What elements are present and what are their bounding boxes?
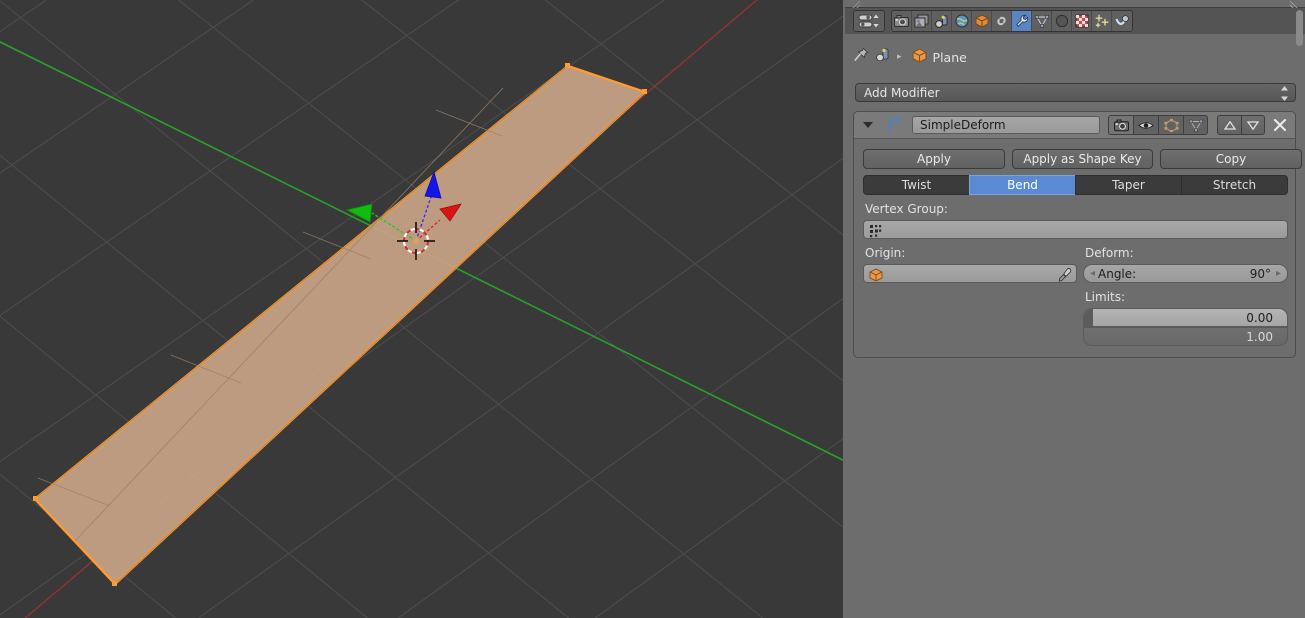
tab-world[interactable] [952,11,972,31]
tab-particles[interactable] [1092,11,1112,31]
modifier-visibility-toggles [1108,115,1208,135]
modifier-name-field[interactable]: SimpleDeform [912,116,1100,134]
add-modifier-label: Add Modifier [864,85,940,100]
angle-decrement-arrow[interactable]: ◂ [1090,269,1095,279]
viewport-visibility-toggle[interactable] [1133,115,1158,135]
object-data-icon[interactable] [875,47,891,67]
vertex-group-icon [869,223,883,242]
blender-window: ▸ Plane Add Modifier SimpleDeform Apply … [0,0,1305,618]
angle-increment-arrow[interactable]: ▸ [1276,269,1281,279]
3d-viewport[interactable] [0,0,843,618]
edit-mode-toggle[interactable] [1158,115,1183,135]
mode-stretch-label: Stretch [1212,178,1257,192]
vertex-group-field[interactable] [863,220,1288,239]
apply-button-label: Apply [917,152,951,166]
mode-twist-label: Twist [901,178,932,192]
mode-bend-label: Bend [1007,178,1038,192]
tab-object-data[interactable] [1032,11,1052,31]
apply-button[interactable]: Apply [863,149,1005,169]
eyedropper-icon[interactable] [1058,267,1072,286]
tab-modifiers[interactable] [1012,11,1032,31]
mode-bend[interactable]: Bend [969,175,1075,195]
cage-toggle[interactable] [1183,115,1208,135]
tab-material[interactable] [1052,11,1072,31]
apply-as-shape-key-button-label: Apply as Shape Key [1023,152,1142,166]
pin-icon[interactable] [853,47,869,67]
apply-as-shape-key-button[interactable]: Apply as Shape Key [1012,149,1153,169]
modifier-panel: SimpleDeform Apply Apply as Shape Key Co… [853,111,1302,358]
properties-tab-bar[interactable] [891,10,1133,32]
tab-scene[interactable] [932,11,952,31]
deform-label: Deform: [1085,246,1134,260]
limits-lower-fill [1084,309,1093,326]
modifier-reorder-buttons [1217,115,1265,135]
sliders-icon[interactable] [854,11,884,31]
tab-render-layers[interactable] [912,11,932,31]
origin-label: Origin: [865,246,906,260]
up-down-arrows-icon [1280,86,1289,105]
mode-twist[interactable]: Twist [863,175,969,195]
angle-field[interactable]: ◂ Angle: 90° ▸ [1083,264,1288,283]
editor-type-selector[interactable] [853,10,885,32]
mode-taper-label: Taper [1112,178,1145,192]
arrow-up-icon[interactable] [1217,115,1241,135]
origin-field[interactable] [863,264,1077,283]
modifier-panel-header[interactable]: SimpleDeform [854,112,1295,139]
tab-render[interactable] [892,11,912,31]
modifier-action-buttons: Apply Apply as Shape Key Copy [863,149,1302,169]
angle-value: 90° [1249,266,1271,281]
breadcrumb-object-name: Plane [932,49,967,65]
tab-texture[interactable] [1072,11,1092,31]
close-x-icon[interactable] [1272,117,1288,137]
limits-upper-value: 1.00 [1246,329,1273,344]
tab-object[interactable] [972,11,992,31]
angle-label: Angle: [1098,266,1137,281]
render-visibility-toggle[interactable] [1108,115,1133,135]
breadcrumb-separator: ▸ [897,51,902,62]
arrow-down-icon[interactable] [1241,115,1265,135]
tab-physics[interactable] [1112,11,1132,31]
vertex-group-label: Vertex Group: [865,202,948,216]
deform-mode-selector: Twist Bend Taper Stretch [863,175,1288,195]
copy-button-label: Copy [1215,152,1247,166]
limits-upper-slider[interactable]: 1.00 [1083,327,1288,346]
tab-constraints[interactable] [992,11,1012,31]
mode-taper[interactable]: Taper [1075,175,1181,195]
triangle-down-icon[interactable] [863,122,873,128]
cube-icon[interactable] [912,47,927,67]
cube-icon [869,267,883,286]
modifier-name-value: SimpleDeform [920,118,1006,132]
limits-lower-value: 0.00 [1246,310,1273,325]
properties-scrollbar[interactable] [1296,10,1303,46]
limits-label: Limits: [1085,290,1126,304]
limits-lower-slider[interactable]: 0.00 [1083,308,1288,327]
add-modifier-dropdown[interactable]: Add Modifier [855,83,1296,102]
properties-header [845,8,1305,34]
mode-stretch[interactable]: Stretch [1181,175,1288,195]
breadcrumb: ▸ Plane [853,46,967,68]
copy-button[interactable]: Copy [1160,149,1302,169]
simple-deform-icon [886,117,902,137]
